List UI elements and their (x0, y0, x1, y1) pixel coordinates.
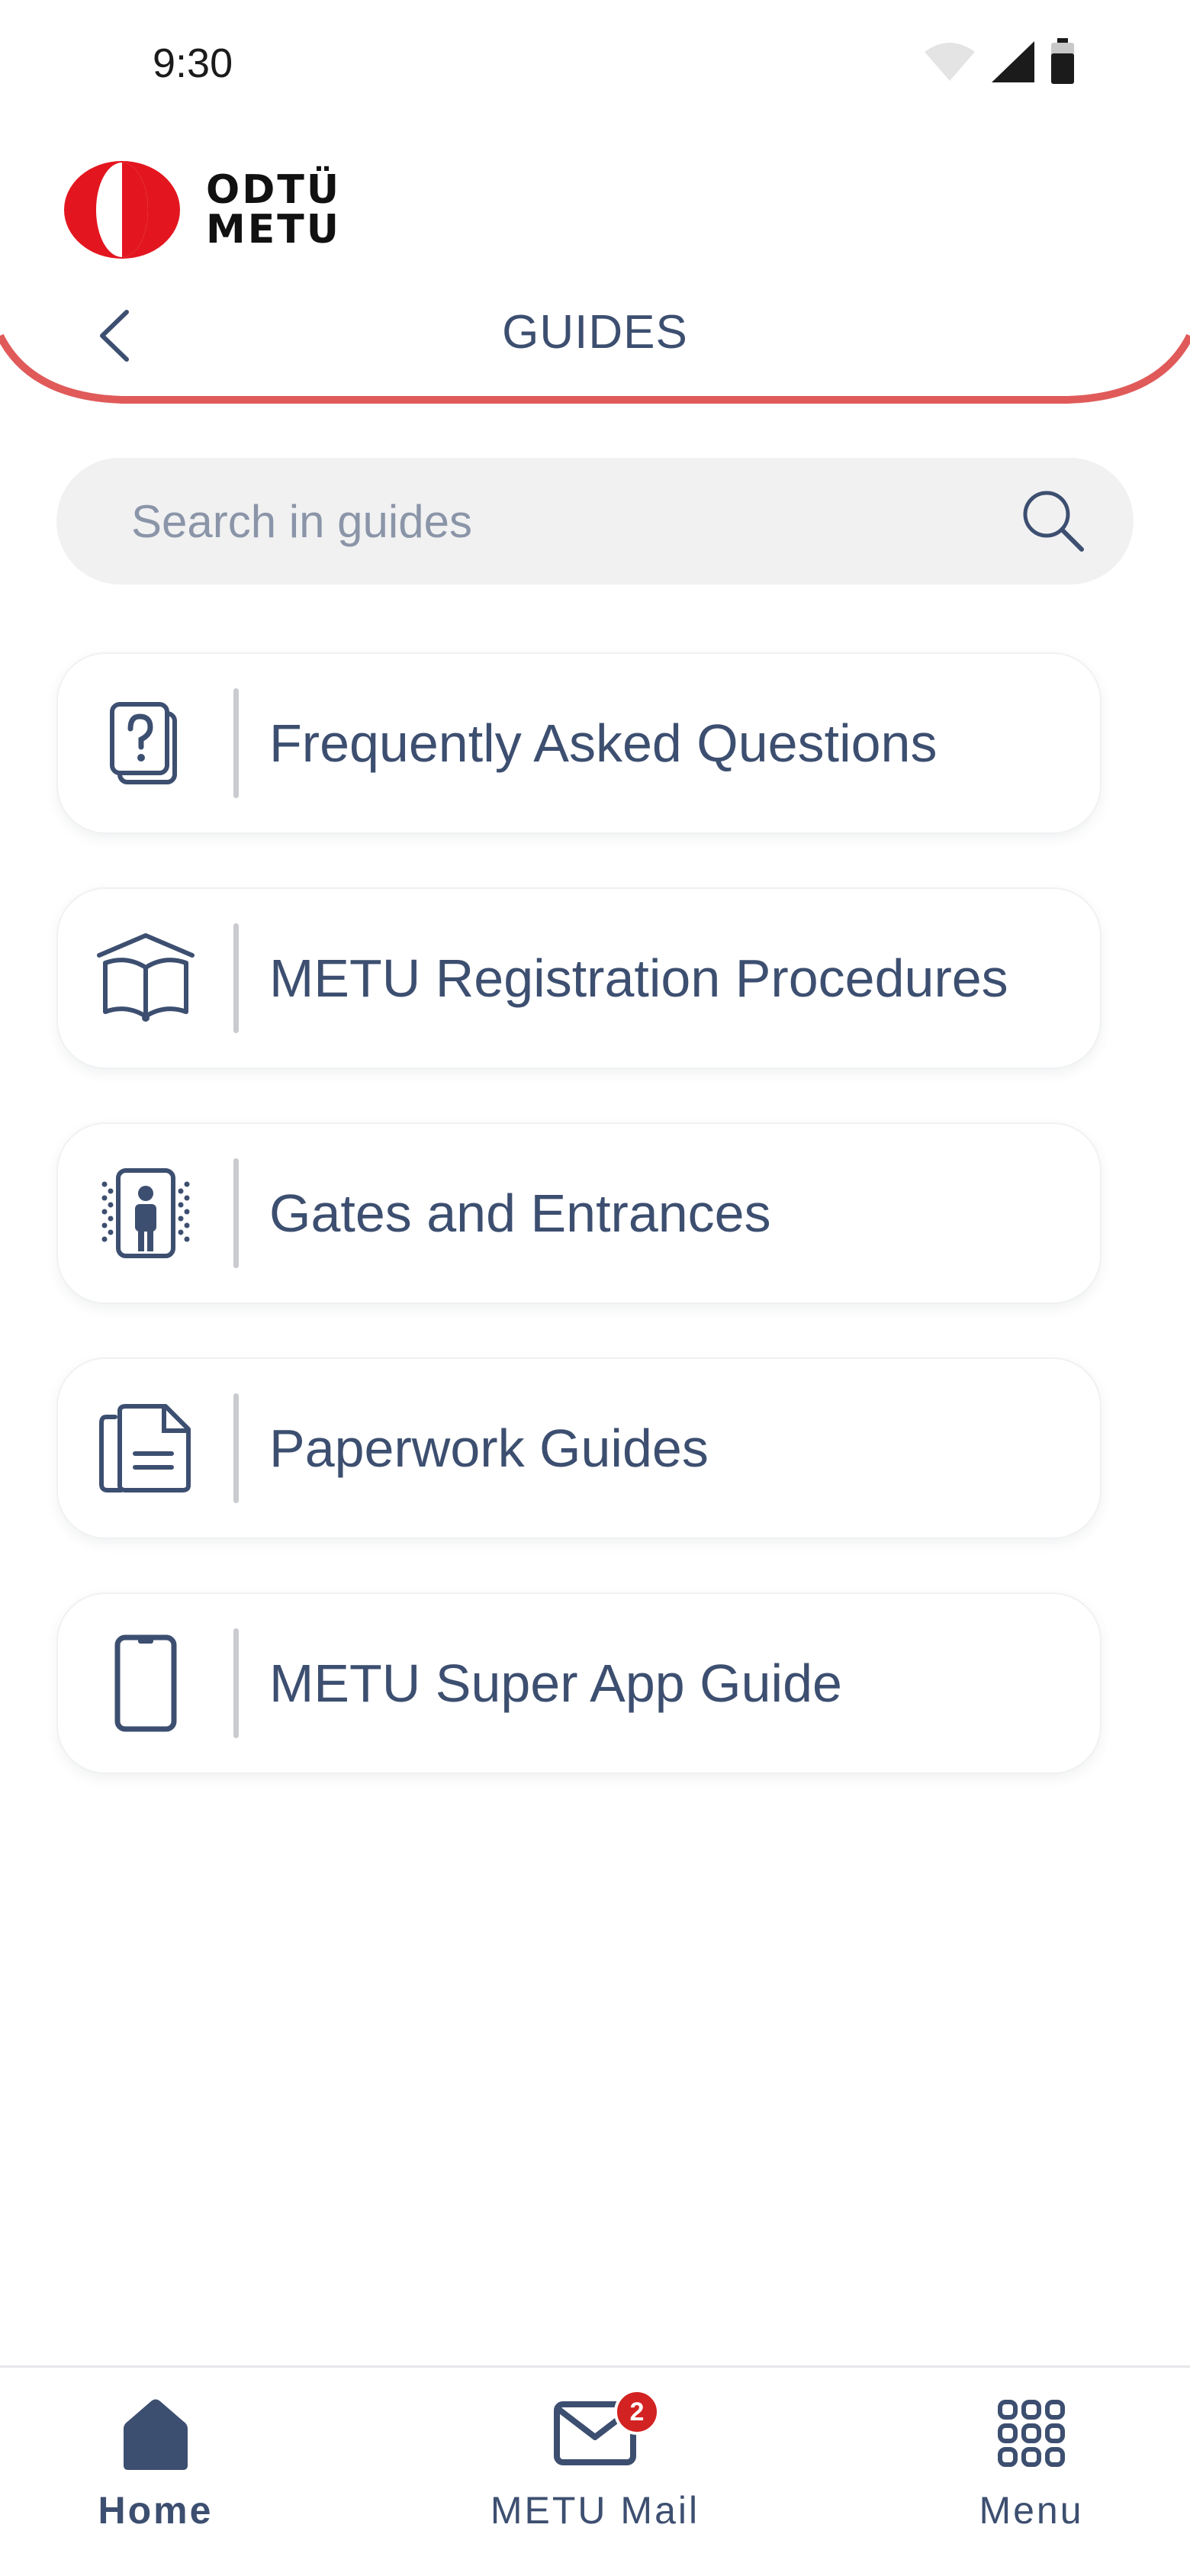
guide-divider (233, 688, 239, 798)
faq-icon (110, 702, 177, 784)
smartphone-icon (114, 1634, 177, 1732)
status-icons (923, 38, 1076, 85)
guide-item-faq[interactable]: Frequently Asked Questions (56, 652, 1102, 834)
gate-person-icon (101, 1168, 190, 1258)
guide-label: Paperwork Guides (269, 1418, 709, 1478)
brand-line-1: ODTÜ (206, 167, 342, 213)
page-title: GUIDES (502, 306, 688, 359)
home-icon (124, 2399, 188, 2470)
grid-menu-icon (998, 2400, 1065, 2467)
nav-home-label: Home (98, 2489, 214, 2532)
nav-menu[interactable]: Menu (879, 2368, 1184, 2576)
nav-home[interactable]: Home (3, 2368, 308, 2576)
status-time: 9:30 (153, 40, 233, 86)
open-book-icon (97, 933, 195, 1022)
nav-metu-mail[interactable]: 2 METU Mail (442, 2368, 748, 2576)
status-bar: 9:30 (0, 0, 1190, 130)
search-bar[interactable] (56, 458, 1134, 584)
search-input[interactable] (56, 458, 1134, 584)
guide-list: Frequently Asked Questions METU Registra… (56, 652, 1102, 1827)
guide-item-registration[interactable]: METU Registration Procedures (56, 887, 1102, 1069)
bottom-nav: Home 2 METU Mail Menu (0, 2365, 1190, 2576)
nav-mail-label: METU Mail (490, 2489, 700, 2532)
wifi-icon (925, 43, 975, 81)
battery-icon (1051, 38, 1074, 84)
guide-label: METU Super App Guide (269, 1653, 842, 1713)
guides-screen: 9:30 ODTÜ METU GUIDES Search in guides F… (0, 0, 1190, 2576)
guide-item-paperwork[interactable]: Paperwork Guides (56, 1357, 1102, 1539)
guide-divider (233, 1158, 239, 1268)
guide-divider (233, 1628, 239, 1738)
guide-divider (233, 1393, 239, 1503)
signal-icon (992, 41, 1034, 82)
guide-divider (233, 923, 239, 1033)
documents-icon (99, 1404, 191, 1492)
search-icon[interactable] (1019, 487, 1086, 554)
guide-label: METU Registration Procedures (269, 948, 1008, 1008)
guide-label: Frequently Asked Questions (269, 713, 938, 773)
guide-item-gates[interactable]: Gates and Entrances (56, 1122, 1102, 1304)
mail-unread-badge: 2 (614, 2389, 660, 2435)
guide-label: Gates and Entrances (269, 1183, 771, 1243)
guide-item-super-app[interactable]: METU Super App Guide (56, 1592, 1102, 1774)
nav-menu-label: Menu (979, 2489, 1084, 2532)
